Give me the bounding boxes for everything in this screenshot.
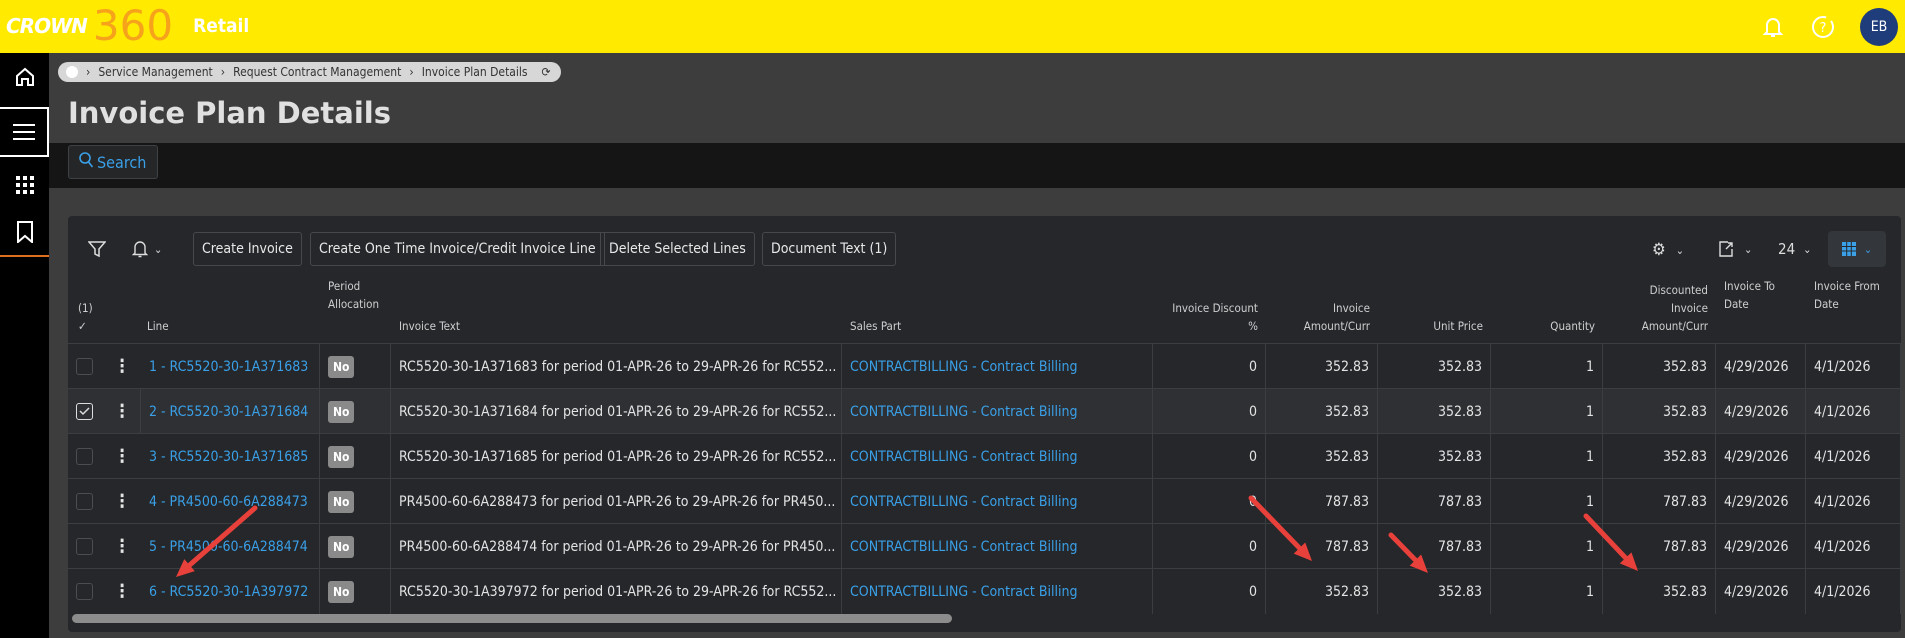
red-arrow <box>1248 495 1312 561</box>
annotation-arrows <box>176 495 1638 577</box>
red-arrow <box>176 505 258 577</box>
red-arrow <box>1388 532 1428 573</box>
red-arrow <box>1583 513 1638 571</box>
